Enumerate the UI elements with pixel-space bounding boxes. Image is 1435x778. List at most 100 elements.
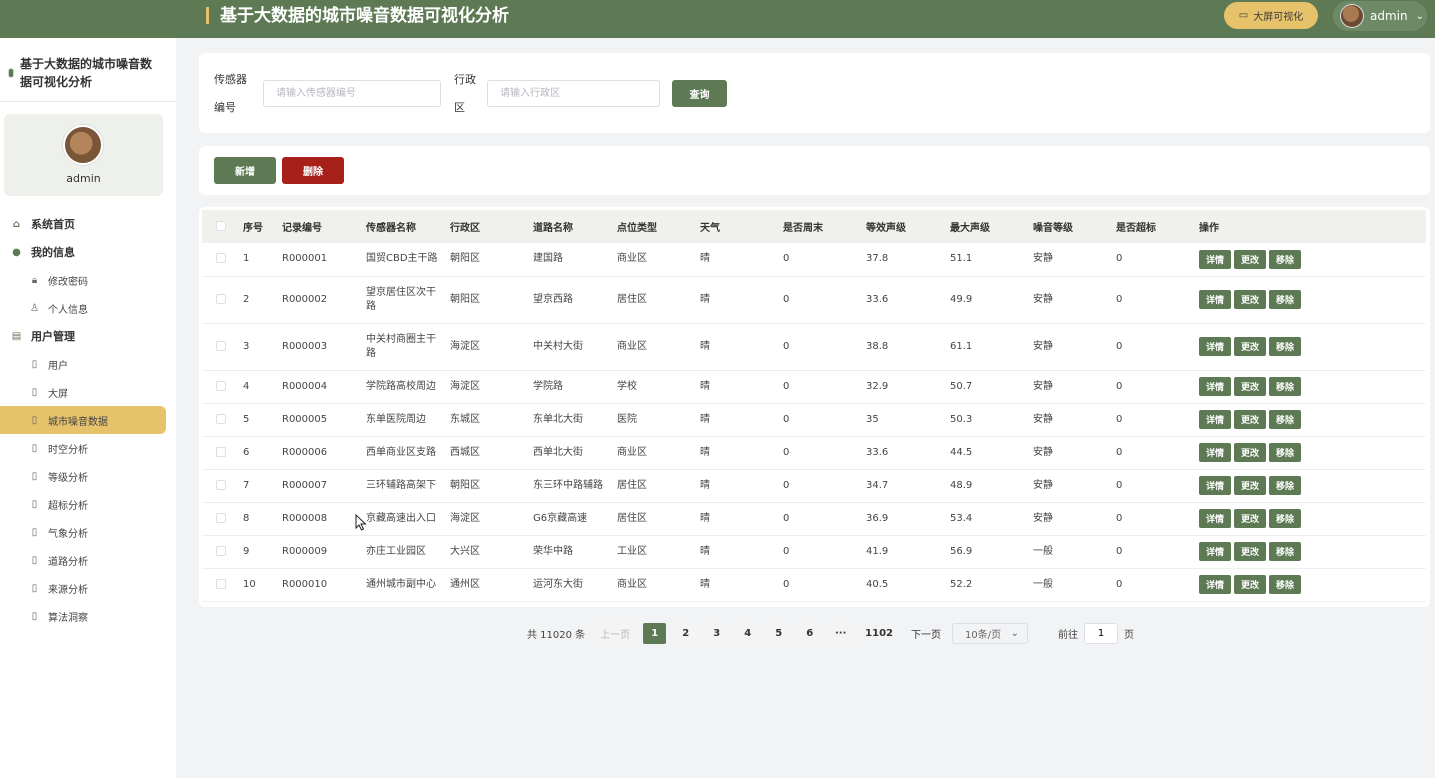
page-4-button[interactable]: 4 [736,622,760,644]
edit-button[interactable]: 更改 [1234,337,1267,356]
row-checkbox[interactable] [216,479,226,490]
detail-button[interactable]: 详情 [1199,410,1232,429]
sidebar-item-personal-info[interactable]: ♙ 个人信息 [0,294,176,322]
remove-button[interactable]: 移除 [1269,337,1302,356]
last-page-button[interactable]: 1102 [860,623,898,644]
table-cell: 0 [1116,403,1199,437]
row-checkbox[interactable] [216,545,226,556]
row-checkbox[interactable] [216,340,226,351]
sidebar-item-exceed-analysis[interactable]: ▯ 超标分析 [0,490,176,518]
goto-page-input[interactable] [1084,622,1119,644]
page-3-button[interactable]: 3 [705,622,729,644]
row-checkbox[interactable] [216,512,226,523]
sidebar-item-change-password[interactable]: 🔒︎ 修改密码 [0,266,176,294]
table-row[interactable]: 6 R000006 西单商业区支路 西城区 西单北大街 商业区晴 0 33.6 44.5 安静 0 详… [202,436,1426,470]
page-2-button[interactable]: 2 [674,622,698,644]
table-cell: 晴 [700,323,783,371]
edit-button[interactable]: 更改 [1234,575,1267,594]
sidebar-item-home[interactable]: ⌂ 系统首页 [0,210,176,238]
edit-button[interactable]: 更改 [1234,377,1267,396]
table-row[interactable]: 2 R000002 望京居住区次干路 朝阳区 望京西路 居住区晴 0 33.6 49.9 安静 0 详… [202,276,1426,324]
sidebar-item-spatiotemporal-analysis[interactable]: ▯ 时空分析 [0,434,176,462]
table-cell: 晴 [700,502,783,536]
remove-button[interactable]: 移除 [1269,290,1302,309]
detail-button[interactable]: 详情 [1199,476,1232,495]
edit-button[interactable]: 更改 [1234,290,1267,309]
sidebar-item-weather-analysis[interactable]: ▯ 气象分析 [0,518,176,546]
query-button[interactable]: 查询 [672,80,727,107]
table-row[interactable]: 4 R000004 学院路高校周边 海淀区 学院路 学校晴 0 32.9 50.7 安静 0 详情 更改… [202,370,1426,404]
row-checkbox[interactable] [216,253,226,264]
edit-button[interactable]: 更改 [1234,443,1267,462]
table-row[interactable]: 3 R000003 中关村商圈主干路 海淀区 中关村大街 商业区晴 0 38.8 61.1 安静 0… [202,323,1426,371]
edit-button[interactable]: 更改 [1234,476,1267,495]
page-size-value: 10条/页 [965,629,1002,641]
detail-button[interactable]: 详情 [1199,377,1232,396]
remove-button[interactable]: 移除 [1269,443,1302,462]
prev-page-button[interactable]: 上一页 [595,622,636,644]
remove-button[interactable]: 移除 [1269,249,1302,269]
sensor-id-input[interactable] [263,80,441,107]
sidebar-item-big-screen[interactable]: ▯ 大屏 [0,378,176,406]
district-input[interactable] [487,80,660,107]
delete-button[interactable]: 删除 [282,157,344,184]
table-row[interactable]: 9 R000009 亦庄工业园区 大兴区 荣华中路 工业区晴 0 41.9 56.9 一般 0 详情更… [202,535,1426,569]
row-checkbox[interactable] [216,380,226,391]
detail-button[interactable]: 详情 [1199,509,1232,528]
sensor-id-label: 传感器编号 [214,73,247,114]
detail-button[interactable]: 详情 [1199,542,1232,561]
sidebar-item-algorithm-insight[interactable]: ▯ 算法洞察 [0,602,176,630]
remove-button[interactable]: 移除 [1269,410,1302,429]
table-row[interactable]: 8 R000008 京藏高速出入口 海淀区 G6京藏高速 居住区晴 0 36.9 53.4 安静 0… [202,502,1426,536]
user-menu[interactable]: admin ⌄ [1333,1,1427,31]
table-cell: G6京藏高速 [533,502,617,536]
sidebar-group-my-info[interactable]: ● 我的信息 [0,238,176,266]
remove-button[interactable]: 移除 [1269,476,1302,495]
page-6-button[interactable]: 6 [798,622,822,644]
more-pages-button[interactable]: ··· [829,622,853,644]
row-checkbox[interactable] [216,446,226,457]
row-checkbox[interactable] [216,293,226,304]
table-row[interactable]: 10 R000010 通州城市副中心 通州区 运河东大街 商业区晴 0 40.5 52.2 一般 0… [202,568,1426,602]
edit-button[interactable]: 更改 [1234,509,1267,528]
page-5-button[interactable]: 5 [767,622,791,644]
add-button[interactable]: 新增 [214,157,276,184]
table-row[interactable]: 7 R000007 三环辅路高架下 朝阳区 东三环中路辅路 居住区晴 0 34.7 48.9 安静… [202,469,1426,503]
remove-button[interactable]: 移除 [1269,575,1302,594]
sidebar-group-user-management[interactable]: ▤ 用户管理 [0,322,176,350]
detail-button[interactable]: 详情 [1199,290,1232,309]
detail-button[interactable]: 详情 [1199,337,1232,356]
edit-button[interactable]: 更改 [1234,410,1267,429]
column-header: 行政区 [450,223,480,234]
sidebar-item-users[interactable]: ▯ 用户 [0,350,176,378]
page-1-button[interactable]: 1 [643,622,667,644]
next-page-button[interactable]: 下一页 [906,623,946,644]
detail-button[interactable]: 详情 [1199,249,1232,269]
remove-button[interactable]: 移除 [1269,509,1302,528]
table-cell: 国贸CBD主干路 [366,243,450,277]
detail-button[interactable]: 详情 [1199,443,1232,462]
page-size-select[interactable]: 10条/页 ⌄ [952,622,1029,644]
edit-button[interactable]: 更改 [1234,249,1267,269]
presentation-icon: ▤ [11,330,22,342]
select-all-checkbox[interactable] [216,221,226,231]
column-header: 操作 [1199,223,1219,234]
big-screen-button[interactable]: ▭ 大屏可视化 [1224,2,1318,29]
table-cell: 海淀区 [450,323,533,371]
table-cell: 0 [1116,502,1199,536]
table-cell: 33.6 [866,436,950,470]
table-row[interactable]: 5 R000005 东单医院周边 东城区 东单北大街 医院晴 0 35 50.3 安静 0 详情 更改移… [202,403,1426,437]
goto-page: 前往 页 [1058,622,1134,644]
sidebar-item-road-analysis[interactable]: ▯ 道路分析 [0,546,176,574]
detail-button[interactable]: 详情 [1199,575,1232,594]
row-checkbox[interactable] [216,413,226,424]
sidebar-item-source-analysis[interactable]: ▯ 来源分析 [0,574,176,602]
table-row[interactable]: 1 R000001 国贸CBD主干路 朝阳区 建国路 商业区晴 0 37.8 51.1 安静 0 详情… [202,243,1426,277]
remove-button[interactable]: 移除 [1269,542,1302,561]
remove-button[interactable]: 移除 [1269,377,1302,396]
sidebar-item-level-analysis[interactable]: ▯ 等级分析 [0,462,176,490]
sidebar-item-label: 超标分析 [48,500,88,512]
edit-button[interactable]: 更改 [1234,542,1267,561]
sidebar-item-city-noise-data[interactable]: ▯ 城市噪音数据 [0,406,166,434]
row-checkbox[interactable] [216,578,226,589]
